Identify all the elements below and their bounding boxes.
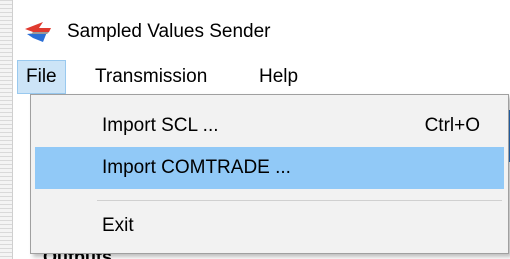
- title-bar[interactable]: Sampled Values Sender: [13, 0, 510, 58]
- file-dropdown-menu: Import SCL ... Ctrl+O Import COMTRADE ..…: [30, 94, 509, 254]
- screen: Sampled Values Sender File Transmission …: [0, 0, 510, 259]
- menu-item-exit[interactable]: Exit: [35, 205, 504, 247]
- menu-item-label: Import COMTRADE ...: [102, 157, 291, 178]
- background-window-edge: [0, 0, 12, 259]
- menu-bar: File Transmission Help: [13, 60, 510, 94]
- menu-file[interactable]: File: [17, 60, 66, 94]
- menu-transmission[interactable]: Transmission: [87, 60, 215, 94]
- menu-help[interactable]: Help: [251, 60, 306, 94]
- menu-item-import-scl[interactable]: Import SCL ... Ctrl+O: [35, 105, 504, 147]
- menu-separator: [97, 200, 502, 201]
- menu-item-import-comtrade[interactable]: Import COMTRADE ...: [35, 147, 504, 189]
- app-logo-icon: [25, 22, 51, 42]
- menu-item-label: Exit: [102, 215, 134, 236]
- window-title: Sampled Values Sender: [67, 21, 271, 42]
- menu-item-label: Import SCL ...: [102, 115, 219, 136]
- app-window: Sampled Values Sender File Transmission …: [12, 0, 510, 259]
- menu-item-shortcut: Ctrl+O: [424, 115, 480, 136]
